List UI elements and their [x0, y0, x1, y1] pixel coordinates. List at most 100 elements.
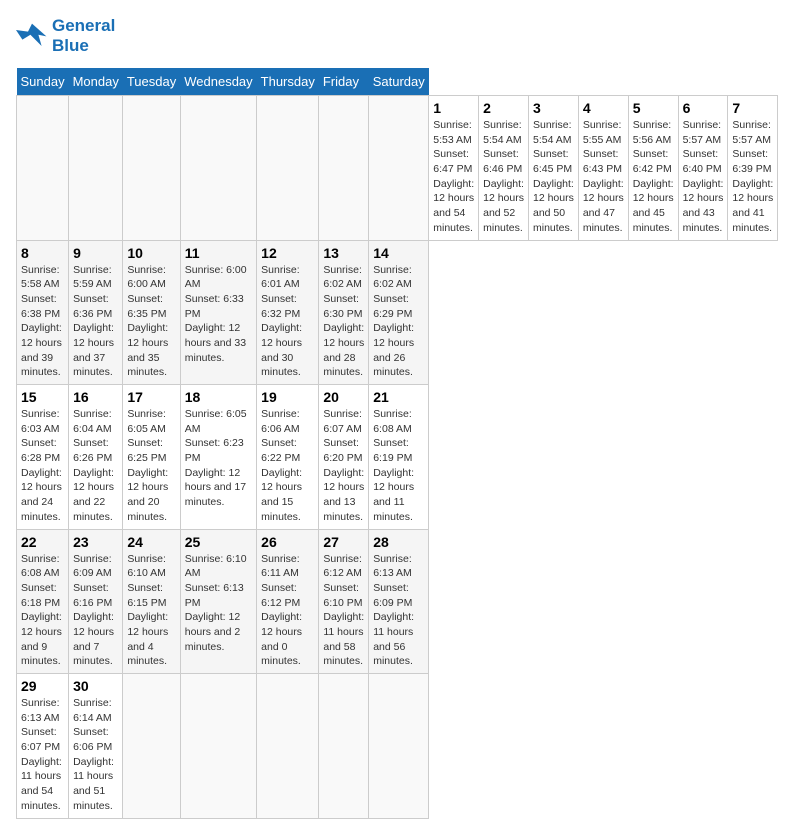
day-info: Sunrise: 6:06 AMSunset: 6:22 PMDaylight:… [261, 407, 314, 525]
day-info: Sunrise: 5:55 AMSunset: 6:43 PMDaylight:… [583, 118, 624, 236]
day-number: 25 [185, 534, 252, 550]
day-info: Sunrise: 6:02 AMSunset: 6:29 PMDaylight:… [373, 263, 424, 381]
day-number: 18 [185, 389, 252, 405]
week-row-3: 15 Sunrise: 6:03 AMSunset: 6:28 PMDayligh… [17, 385, 778, 530]
day-info: Sunrise: 6:07 AMSunset: 6:20 PMDaylight:… [323, 407, 364, 525]
day-cell: 25 Sunrise: 6:10 AMSunset: 6:13 PMDayligh… [180, 529, 256, 674]
day-cell: 10 Sunrise: 6:00 AMSunset: 6:35 PMDayligh… [123, 240, 180, 385]
week-row-2: 8Sunrise: 5:58 AMSunset: 6:38 PMDaylight… [17, 240, 778, 385]
day-cell [69, 96, 123, 241]
day-cell: 13 Sunrise: 6:02 AMSunset: 6:30 PMDayligh… [319, 240, 369, 385]
day-number: 27 [323, 534, 364, 550]
day-cell: 11 Sunrise: 6:00 AMSunset: 6:33 PMDayligh… [180, 240, 256, 385]
day-cell: 1Sunrise: 5:53 AMSunset: 6:47 PMDaylight… [429, 96, 479, 241]
day-cell: 12Sunrise: 6:01 AMSunset: 6:32 PMDayligh… [257, 240, 319, 385]
day-info: Sunrise: 5:53 AMSunset: 6:47 PMDaylight:… [433, 118, 474, 236]
day-number: 20 [323, 389, 364, 405]
day-cell: 30Sunrise: 6:14 AMSunset: 6:06 PMDayligh… [69, 674, 123, 819]
day-info: Sunrise: 5:54 AMSunset: 6:46 PMDaylight:… [483, 118, 524, 236]
day-info: Sunrise: 6:02 AMSunset: 6:30 PMDaylight:… [323, 263, 364, 381]
logo-text: General Blue [52, 16, 115, 56]
day-info: Sunrise: 6:05 AMSunset: 6:23 PMDaylight:… [185, 407, 252, 510]
day-cell: 18 Sunrise: 6:05 AMSunset: 6:23 PMDayligh… [180, 385, 256, 530]
day-info: Sunrise: 6:11 AMSunset: 6:12 PMDaylight:… [261, 552, 314, 670]
day-cell: 7Sunrise: 5:57 AMSunset: 6:39 PMDaylight… [728, 96, 778, 241]
day-number: 21 [373, 389, 424, 405]
day-number: 23 [73, 534, 118, 550]
logo: General Blue [16, 16, 115, 56]
day-number: 10 [127, 245, 175, 261]
day-info: Sunrise: 5:57 AMSunset: 6:40 PMDaylight:… [683, 118, 724, 236]
day-number: 4 [583, 100, 624, 116]
day-info: Sunrise: 6:12 AMSunset: 6:10 PMDaylight:… [323, 552, 364, 670]
day-number: 6 [683, 100, 724, 116]
header-cell-saturday: Saturday [369, 68, 429, 96]
day-number: 16 [73, 389, 118, 405]
day-number: 9 [73, 245, 118, 261]
day-info: Sunrise: 6:00 AMSunset: 6:33 PMDaylight:… [185, 263, 252, 366]
day-cell: 27 Sunrise: 6:12 AMSunset: 6:10 PMDayligh… [319, 529, 369, 674]
header-row: SundayMondayTuesdayWednesdayThursdayFrid… [17, 68, 778, 96]
day-cell [257, 674, 319, 819]
day-info: Sunrise: 6:10 AMSunset: 6:13 PMDaylight:… [185, 552, 252, 655]
week-row-1: 1Sunrise: 5:53 AMSunset: 6:47 PMDaylight… [17, 96, 778, 241]
day-info: Sunrise: 6:08 AMSunset: 6:19 PMDaylight:… [373, 407, 424, 525]
day-info: Sunrise: 5:56 AMSunset: 6:42 PMDaylight:… [633, 118, 674, 236]
day-cell [319, 96, 369, 241]
header-cell-tuesday: Tuesday [123, 68, 180, 96]
day-number: 15 [21, 389, 64, 405]
day-number: 14 [373, 245, 424, 261]
day-cell: 9 Sunrise: 5:59 AMSunset: 6:36 PMDaylight… [69, 240, 123, 385]
day-cell: 5Sunrise: 5:56 AMSunset: 6:42 PMDaylight… [628, 96, 678, 241]
day-info: Sunrise: 5:58 AMSunset: 6:38 PMDaylight:… [21, 263, 64, 381]
day-cell: 23 Sunrise: 6:09 AMSunset: 6:16 PMDayligh… [69, 529, 123, 674]
day-cell: 14 Sunrise: 6:02 AMSunset: 6:29 PMDayligh… [369, 240, 429, 385]
week-row-5: 29 Sunrise: 6:13 AMSunset: 6:07 PMDayligh… [17, 674, 778, 819]
day-number: 26 [261, 534, 314, 550]
day-number: 11 [185, 245, 252, 261]
day-info: Sunrise: 5:57 AMSunset: 6:39 PMDaylight:… [732, 118, 773, 236]
day-info: Sunrise: 6:13 AMSunset: 6:09 PMDaylight:… [373, 552, 424, 670]
day-cell [369, 674, 429, 819]
calendar-header: SundayMondayTuesdayWednesdayThursdayFrid… [17, 68, 778, 96]
day-info: Sunrise: 5:54 AMSunset: 6:45 PMDaylight:… [533, 118, 574, 236]
day-number: 17 [127, 389, 175, 405]
header-cell-thursday: Thursday [257, 68, 319, 96]
day-cell [180, 96, 256, 241]
day-cell: 21 Sunrise: 6:08 AMSunset: 6:19 PMDayligh… [369, 385, 429, 530]
day-info: Sunrise: 5:59 AMSunset: 6:36 PMDaylight:… [73, 263, 118, 381]
day-cell: 20 Sunrise: 6:07 AMSunset: 6:20 PMDayligh… [319, 385, 369, 530]
day-info: Sunrise: 6:01 AMSunset: 6:32 PMDaylight:… [261, 263, 314, 381]
calendar-body: 1Sunrise: 5:53 AMSunset: 6:47 PMDaylight… [17, 96, 778, 819]
day-number: 29 [21, 678, 64, 694]
day-number: 2 [483, 100, 524, 116]
header-cell-sunday: Sunday [17, 68, 69, 96]
day-cell [17, 96, 69, 241]
day-cell: 16Sunrise: 6:04 AMSunset: 6:26 PMDayligh… [69, 385, 123, 530]
day-cell [257, 96, 319, 241]
day-cell: 29 Sunrise: 6:13 AMSunset: 6:07 PMDayligh… [17, 674, 69, 819]
week-row-4: 22Sunrise: 6:08 AMSunset: 6:18 PMDayligh… [17, 529, 778, 674]
day-cell: 6 Sunrise: 5:57 AMSunset: 6:40 PMDaylight… [678, 96, 728, 241]
day-cell [180, 674, 256, 819]
day-info: Sunrise: 6:10 AMSunset: 6:15 PMDaylight:… [127, 552, 175, 670]
logo-icon [16, 22, 48, 50]
page-header: General Blue [16, 16, 776, 56]
day-number: 24 [127, 534, 175, 550]
day-info: Sunrise: 6:03 AMSunset: 6:28 PMDaylight:… [21, 407, 64, 525]
day-info: Sunrise: 6:00 AMSunset: 6:35 PMDaylight:… [127, 263, 175, 381]
day-cell: 26 Sunrise: 6:11 AMSunset: 6:12 PMDayligh… [257, 529, 319, 674]
day-info: Sunrise: 6:08 AMSunset: 6:18 PMDaylight:… [21, 552, 64, 670]
calendar-table: SundayMondayTuesdayWednesdayThursdayFrid… [16, 68, 778, 819]
day-number: 13 [323, 245, 364, 261]
day-info: Sunrise: 6:05 AMSunset: 6:25 PMDaylight:… [127, 407, 175, 525]
day-cell [123, 96, 180, 241]
day-info: Sunrise: 6:09 AMSunset: 6:16 PMDaylight:… [73, 552, 118, 670]
header-cell-wednesday: Wednesday [180, 68, 256, 96]
header-cell-monday: Monday [69, 68, 123, 96]
day-info: Sunrise: 6:13 AMSunset: 6:07 PMDaylight:… [21, 696, 64, 814]
day-info: Sunrise: 6:14 AMSunset: 6:06 PMDaylight:… [73, 696, 118, 814]
day-cell: 2 Sunrise: 5:54 AMSunset: 6:46 PMDaylight… [479, 96, 529, 241]
day-cell [369, 96, 429, 241]
day-cell: 22Sunrise: 6:08 AMSunset: 6:18 PMDayligh… [17, 529, 69, 674]
